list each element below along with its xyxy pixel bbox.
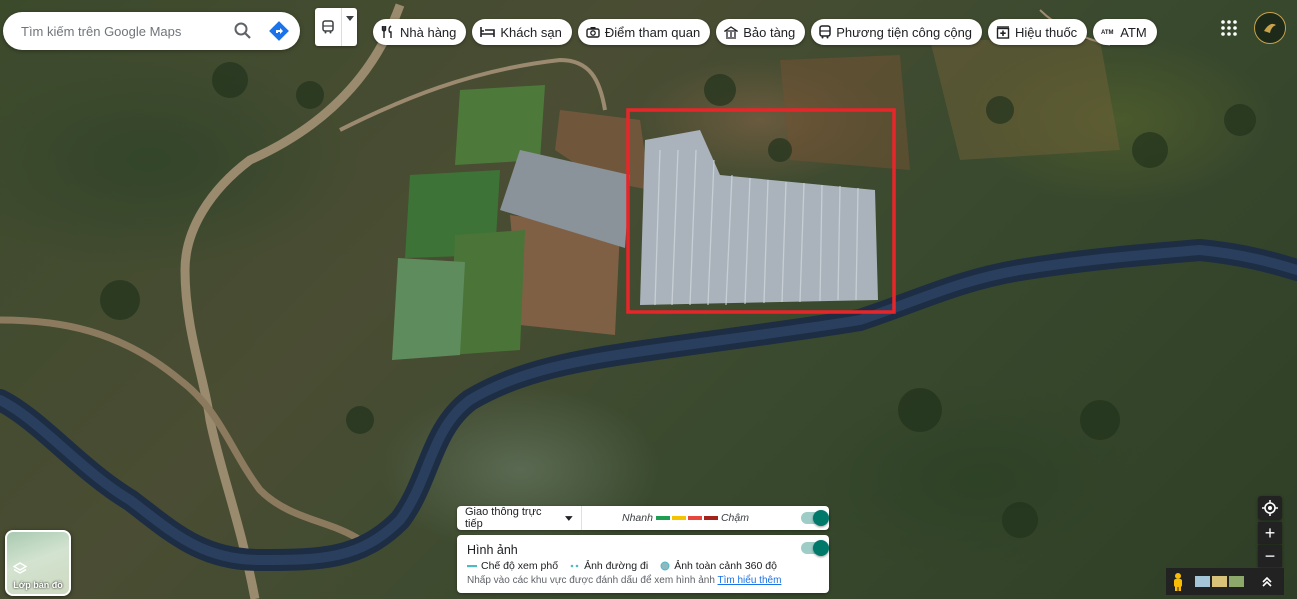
- chip-pharmacies[interactable]: Hiệu thuốc: [988, 19, 1088, 45]
- zoom-out-button[interactable]: −: [1258, 545, 1282, 567]
- atm-icon: ATM: [1101, 30, 1114, 36]
- chip-museums[interactable]: Bảo tàng: [716, 19, 806, 45]
- zoom-in-button[interactable]: +: [1258, 522, 1282, 544]
- svg-text:ATM: ATM: [1101, 30, 1114, 36]
- chip-label: Hiệu thuốc: [1015, 24, 1078, 40]
- camera-icon: [586, 27, 600, 38]
- directions-icon[interactable]: [264, 16, 294, 46]
- traffic-color-segment: [655, 516, 670, 520]
- chip-transit[interactable]: Phương tiện công cộng: [811, 19, 983, 45]
- traffic-color-segment: [687, 516, 702, 520]
- chip-restaurants[interactable]: Nhà hàng: [373, 19, 467, 45]
- traffic-slow-label: Chậm: [720, 512, 749, 524]
- search-box[interactable]: Tìm kiếm trên Google Maps: [3, 12, 300, 50]
- imagery-thumbnails[interactable]: [1195, 576, 1244, 587]
- chip-label: Khách sạn: [500, 24, 562, 40]
- category-chips: Nhà hàng Khách sạn Điểm tham quan Bảo tà…: [373, 19, 1157, 45]
- layers-icon: [13, 562, 27, 574]
- imagery-panel: Hình ảnh Chế độ xem phố Ảnh đường đi Ảnh…: [457, 535, 829, 593]
- chip-attractions[interactable]: Điểm tham quan: [577, 19, 711, 45]
- traffic-color-segment: [703, 516, 718, 520]
- expand-up-icon[interactable]: [1262, 576, 1272, 587]
- traffic-color-scale: [655, 516, 719, 520]
- chip-label: Nhà hàng: [400, 24, 457, 40]
- transit-icon: [819, 25, 832, 39]
- imagery-legend-item: Ảnh toàn cảnh 360 độ: [674, 560, 777, 572]
- restaurant-icon: [381, 25, 392, 38]
- transit-selector[interactable]: [315, 8, 357, 46]
- traffic-selector-label: Giao thông trực tiếp: [465, 506, 542, 530]
- traffic-toggle[interactable]: [801, 510, 829, 526]
- traffic-color-segment: [671, 516, 686, 520]
- chevron-down-icon[interactable]: [342, 8, 357, 46]
- imagery-legend-item: Chế độ xem phố: [481, 560, 559, 572]
- traffic-legend: Nhanh Chậm: [622, 512, 749, 524]
- account-avatar-icon[interactable]: [1254, 12, 1286, 44]
- apps-grid-icon[interactable]: [1219, 18, 1239, 38]
- pegman-icon[interactable]: [1171, 572, 1185, 592]
- chip-label: ATM: [1120, 24, 1147, 40]
- chip-hotels[interactable]: Khách sạn: [472, 19, 572, 45]
- street-photo-dots-icon: [570, 564, 579, 568]
- imagery-hint: Nhấp vào các khu vực được đánh dấu để xe…: [467, 575, 781, 586]
- bus-icon[interactable]: [315, 8, 342, 46]
- museum-icon: [724, 25, 739, 39]
- search-icon[interactable]: [228, 16, 258, 46]
- street-view-line-icon: [467, 565, 477, 568]
- chip-atm[interactable]: ATM ATM: [1093, 19, 1157, 45]
- imagery-title: Hình ảnh: [467, 543, 518, 557]
- chip-label: Bảo tàng: [743, 24, 796, 40]
- traffic-panel: Giao thông trực tiếp Nhanh Chậm: [457, 506, 829, 530]
- panorama-dot-icon: [660, 561, 670, 571]
- imagery-legend: Chế độ xem phố Ảnh đường đi Ảnh toàn cản…: [467, 560, 777, 572]
- chip-label: Điểm tham quan: [604, 24, 701, 40]
- bottom-control-strip: [1166, 568, 1284, 595]
- layers-label: Lớp bản đồ: [13, 580, 63, 590]
- my-location-button[interactable]: [1258, 496, 1282, 520]
- search-input[interactable]: Tìm kiếm trên Google Maps: [21, 24, 228, 39]
- my-location-icon: [1262, 500, 1278, 516]
- chip-label: Phương tiện công cộng: [836, 24, 973, 40]
- traffic-fast-label: Nhanh: [622, 512, 653, 524]
- imagery-toggle[interactable]: [801, 540, 829, 556]
- traffic-selector[interactable]: Giao thông trực tiếp: [457, 506, 582, 530]
- imagery-legend-item: Ảnh đường đi: [584, 560, 649, 572]
- caret-down-icon: [565, 515, 573, 521]
- pharmacy-icon: [996, 25, 1010, 39]
- learn-more-link[interactable]: Tìm hiểu thêm: [718, 575, 782, 586]
- hotel-icon: [480, 27, 496, 37]
- layers-button[interactable]: Lớp bản đồ: [5, 530, 71, 596]
- imagery-hint-text: Nhấp vào các khu vực được đánh dấu để xe…: [467, 575, 715, 586]
